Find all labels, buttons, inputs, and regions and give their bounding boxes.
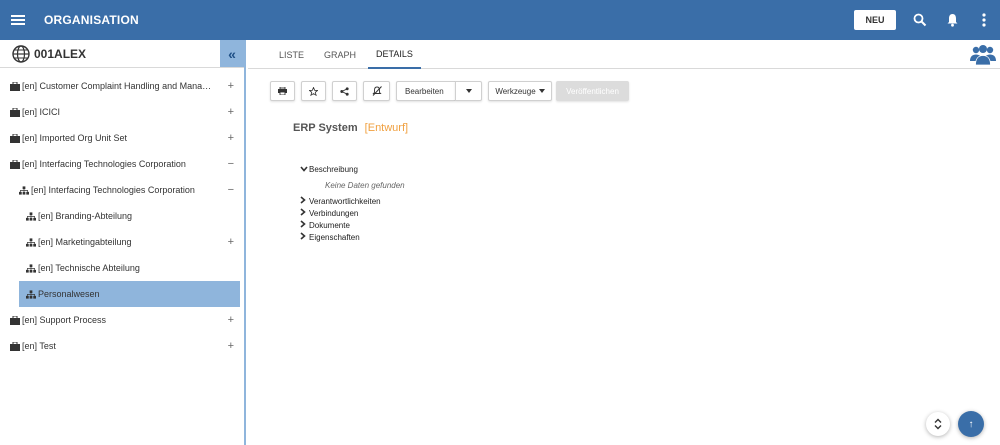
empty-state-text: Keine Daten gefunden	[325, 181, 405, 190]
expand-toggle[interactable]: +	[228, 236, 234, 248]
chevron-right-icon	[300, 196, 309, 206]
unfold-icon	[934, 418, 942, 430]
tree-item-label: [en] Interfacing Technologies Corporatio…	[22, 159, 186, 169]
tree-item-label: [en] Technische Abteilung	[38, 263, 140, 273]
tab-liste[interactable]: LISTE	[279, 40, 304, 69]
collapse-toggle[interactable]: −	[228, 158, 234, 170]
section-dokumente[interactable]: Dokumente	[300, 220, 350, 230]
section-beschreibung[interactable]: Beschreibung	[300, 165, 358, 174]
menu-icon[interactable]	[0, 0, 36, 40]
chevron-right-icon	[300, 208, 309, 218]
caret-down-icon	[538, 89, 545, 93]
scroll-toggle-button[interactable]	[926, 412, 950, 436]
edit-button[interactable]: Bearbeiten	[396, 81, 455, 101]
tree-item[interactable]: [en] Branding-Abteilung	[0, 203, 244, 229]
section-label: Eigenschaften	[309, 232, 360, 242]
tree-item-label: [en] Customer Complaint Handling and Man…	[22, 81, 212, 91]
tree-item-label: [en] Test	[22, 341, 56, 351]
collapse-sidebar-button[interactable]: «	[220, 40, 244, 67]
org-unit-icon	[26, 289, 36, 299]
briefcase-icon	[10, 315, 20, 325]
tree-root-header[interactable]: 001ALEX «	[0, 40, 244, 68]
app-title: ORGANISATION	[44, 13, 139, 27]
briefcase-icon	[10, 341, 20, 351]
tree-item-selected[interactable]: Personalwesen	[19, 281, 240, 307]
chevron-right-icon	[300, 232, 309, 242]
expand-toggle[interactable]: +	[228, 314, 234, 326]
org-tree-sidebar: 001ALEX « [en] Customer Complaint Handli…	[0, 40, 246, 445]
tree-item-label: Personalwesen	[38, 289, 100, 299]
org-unit-icon	[19, 185, 29, 195]
org-unit-icon	[26, 263, 36, 273]
notifications-off-button[interactable]	[363, 81, 390, 101]
tree-item-label: [en] Support Process	[22, 315, 107, 325]
tree-item[interactable]: [en] Interfacing Technologies Corporatio…	[0, 151, 244, 177]
people-icon[interactable]	[970, 44, 996, 66]
tree-root-label: 001ALEX	[34, 46, 87, 61]
chevron-down-icon	[300, 165, 309, 174]
org-unit-icon	[26, 211, 36, 221]
tree-item[interactable]: [en] Technische Abteilung	[0, 255, 244, 281]
briefcase-icon	[10, 81, 20, 91]
collapse-toggle[interactable]: −	[228, 184, 234, 196]
expand-toggle[interactable]: +	[228, 132, 234, 144]
new-button[interactable]: NEU	[854, 10, 896, 30]
print-icon	[278, 87, 287, 95]
share-button[interactable]	[332, 81, 357, 101]
favorite-button[interactable]	[301, 81, 326, 101]
expand-toggle[interactable]: +	[228, 106, 234, 118]
more-vert-icon[interactable]	[968, 0, 1000, 40]
tree-item[interactable]: [en] Imported Org Unit Set +	[0, 125, 244, 151]
tab-bar: LISTE GRAPH DETAILS	[248, 40, 1000, 69]
caret-down-icon	[465, 89, 472, 93]
search-icon[interactable]	[904, 0, 936, 40]
tree-item[interactable]: [en] Support Process +	[0, 307, 244, 333]
tools-dropdown-button[interactable]: Werkzeuge	[488, 81, 552, 101]
bell-icon[interactable]	[936, 0, 968, 40]
status-badge: [Entwurf]	[364, 122, 409, 134]
edit-dropdown-button[interactable]	[455, 81, 482, 101]
tab-graph[interactable]: GRAPH	[324, 40, 356, 69]
tree-item-label: [en] Marketingabteilung	[38, 237, 132, 247]
scroll-to-top-button[interactable]: ↑	[958, 411, 984, 437]
section-verbindungen[interactable]: Verbindungen	[300, 208, 358, 218]
tab-details[interactable]: DETAILS	[368, 40, 421, 69]
tree-item[interactable]: [en] Test +	[0, 333, 244, 359]
star-icon	[309, 86, 318, 96]
top-bar: ORGANISATION NEU	[0, 0, 1000, 40]
tree-item[interactable]: [en] Marketingabteilung +	[0, 229, 244, 255]
tree-item-label: [en] ICICI	[22, 107, 61, 117]
publish-button[interactable]: Veröffentlichen	[556, 81, 629, 101]
section-label: Dokumente	[309, 220, 350, 230]
tree-item-label: [en] Imported Org Unit Set	[22, 133, 128, 143]
document-title: ERP System [Entwurf]	[293, 122, 408, 134]
bell-off-icon	[371, 86, 382, 96]
expand-toggle[interactable]: +	[228, 80, 234, 92]
briefcase-icon	[10, 133, 20, 143]
tree-item[interactable]: [en] Customer Complaint Handling and Man…	[0, 73, 244, 99]
expand-toggle[interactable]: +	[228, 340, 234, 352]
org-unit-icon	[26, 237, 36, 247]
globe-icon	[12, 44, 30, 63]
section-eigenschaften[interactable]: Eigenschaften	[300, 232, 360, 242]
section-label: Verbindungen	[309, 208, 359, 218]
section-label: Verantwortlichkeiten	[309, 196, 381, 206]
section-verantwortlichkeiten[interactable]: Verantwortlichkeiten	[300, 196, 381, 206]
briefcase-icon	[10, 107, 20, 117]
share-icon	[340, 86, 349, 96]
chevron-right-icon	[300, 220, 309, 230]
main-panel: LISTE GRAPH DETAILS Bearbeiten Werkzeuge…	[248, 40, 1000, 445]
document-name: ERP System	[293, 122, 358, 134]
tree-item[interactable]: [en] ICICI +	[0, 99, 244, 125]
tools-label: Werkzeuge	[495, 86, 536, 96]
briefcase-icon	[10, 159, 20, 169]
print-button[interactable]	[270, 81, 295, 101]
tree-item-label: [en] Interfacing Technologies Corporatio…	[31, 185, 195, 195]
tree-item-label: [en] Branding-Abteilung	[38, 211, 133, 221]
tree-item[interactable]: [en] Interfacing Technologies Corporatio…	[0, 177, 244, 203]
section-label: Beschreibung	[309, 165, 358, 174]
